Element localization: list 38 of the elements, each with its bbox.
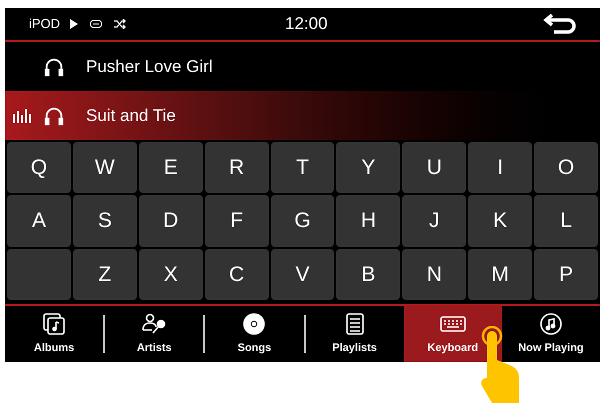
letter-key[interactable]: C bbox=[204, 248, 269, 300]
album-stack-icon bbox=[41, 312, 68, 336]
letter-key[interactable]: H bbox=[336, 195, 400, 247]
letter-key[interactable]: O bbox=[534, 142, 598, 194]
song-title: Suit and Tie bbox=[86, 104, 176, 127]
letter-key[interactable]: G bbox=[270, 195, 334, 247]
letter-key[interactable]: W bbox=[72, 142, 137, 194]
equalizer-icon bbox=[13, 108, 33, 122]
letter-key[interactable]: Q bbox=[7, 142, 71, 194]
back-arrow-icon[interactable] bbox=[542, 14, 576, 34]
letter-key[interactable]: A bbox=[7, 195, 71, 247]
artist-microphone-icon bbox=[141, 312, 168, 336]
letter-key[interactable]: R bbox=[204, 142, 269, 194]
letter-key[interactable]: M bbox=[468, 248, 532, 300]
letter-key[interactable]: K bbox=[468, 195, 532, 247]
letter-key[interactable]: E bbox=[138, 142, 203, 194]
letter-key[interactable]: T bbox=[270, 142, 334, 194]
letter-key[interactable]: Z bbox=[72, 248, 137, 300]
letter-key[interactable]: D bbox=[138, 195, 203, 247]
clock-time: 12:00 bbox=[285, 13, 328, 36]
letter-key[interactable]: I bbox=[468, 142, 532, 194]
letter-key[interactable]: J bbox=[402, 195, 466, 247]
letter-key[interactable]: B bbox=[336, 248, 400, 300]
letter-key[interactable]: P bbox=[534, 248, 598, 300]
music-note-icon bbox=[538, 312, 564, 336]
shuffle-icon bbox=[114, 19, 126, 29]
letter-key[interactable]: Y bbox=[336, 142, 400, 194]
tab[interactable]: Keyboard bbox=[404, 306, 502, 362]
letter-key[interactable]: U bbox=[402, 142, 466, 194]
song-title: Pusher Love Girl bbox=[86, 56, 213, 78]
source-label: iPOD bbox=[29, 15, 60, 34]
disc-icon bbox=[241, 312, 268, 336]
letter-key[interactable]: V bbox=[270, 248, 334, 300]
letter-key[interactable]: L bbox=[534, 195, 598, 247]
letter-key[interactable]: N bbox=[402, 248, 466, 300]
letter-key[interactable]: S bbox=[72, 195, 137, 247]
letter-key[interactable]: F bbox=[204, 195, 269, 247]
letter-key[interactable]: X bbox=[138, 248, 203, 300]
